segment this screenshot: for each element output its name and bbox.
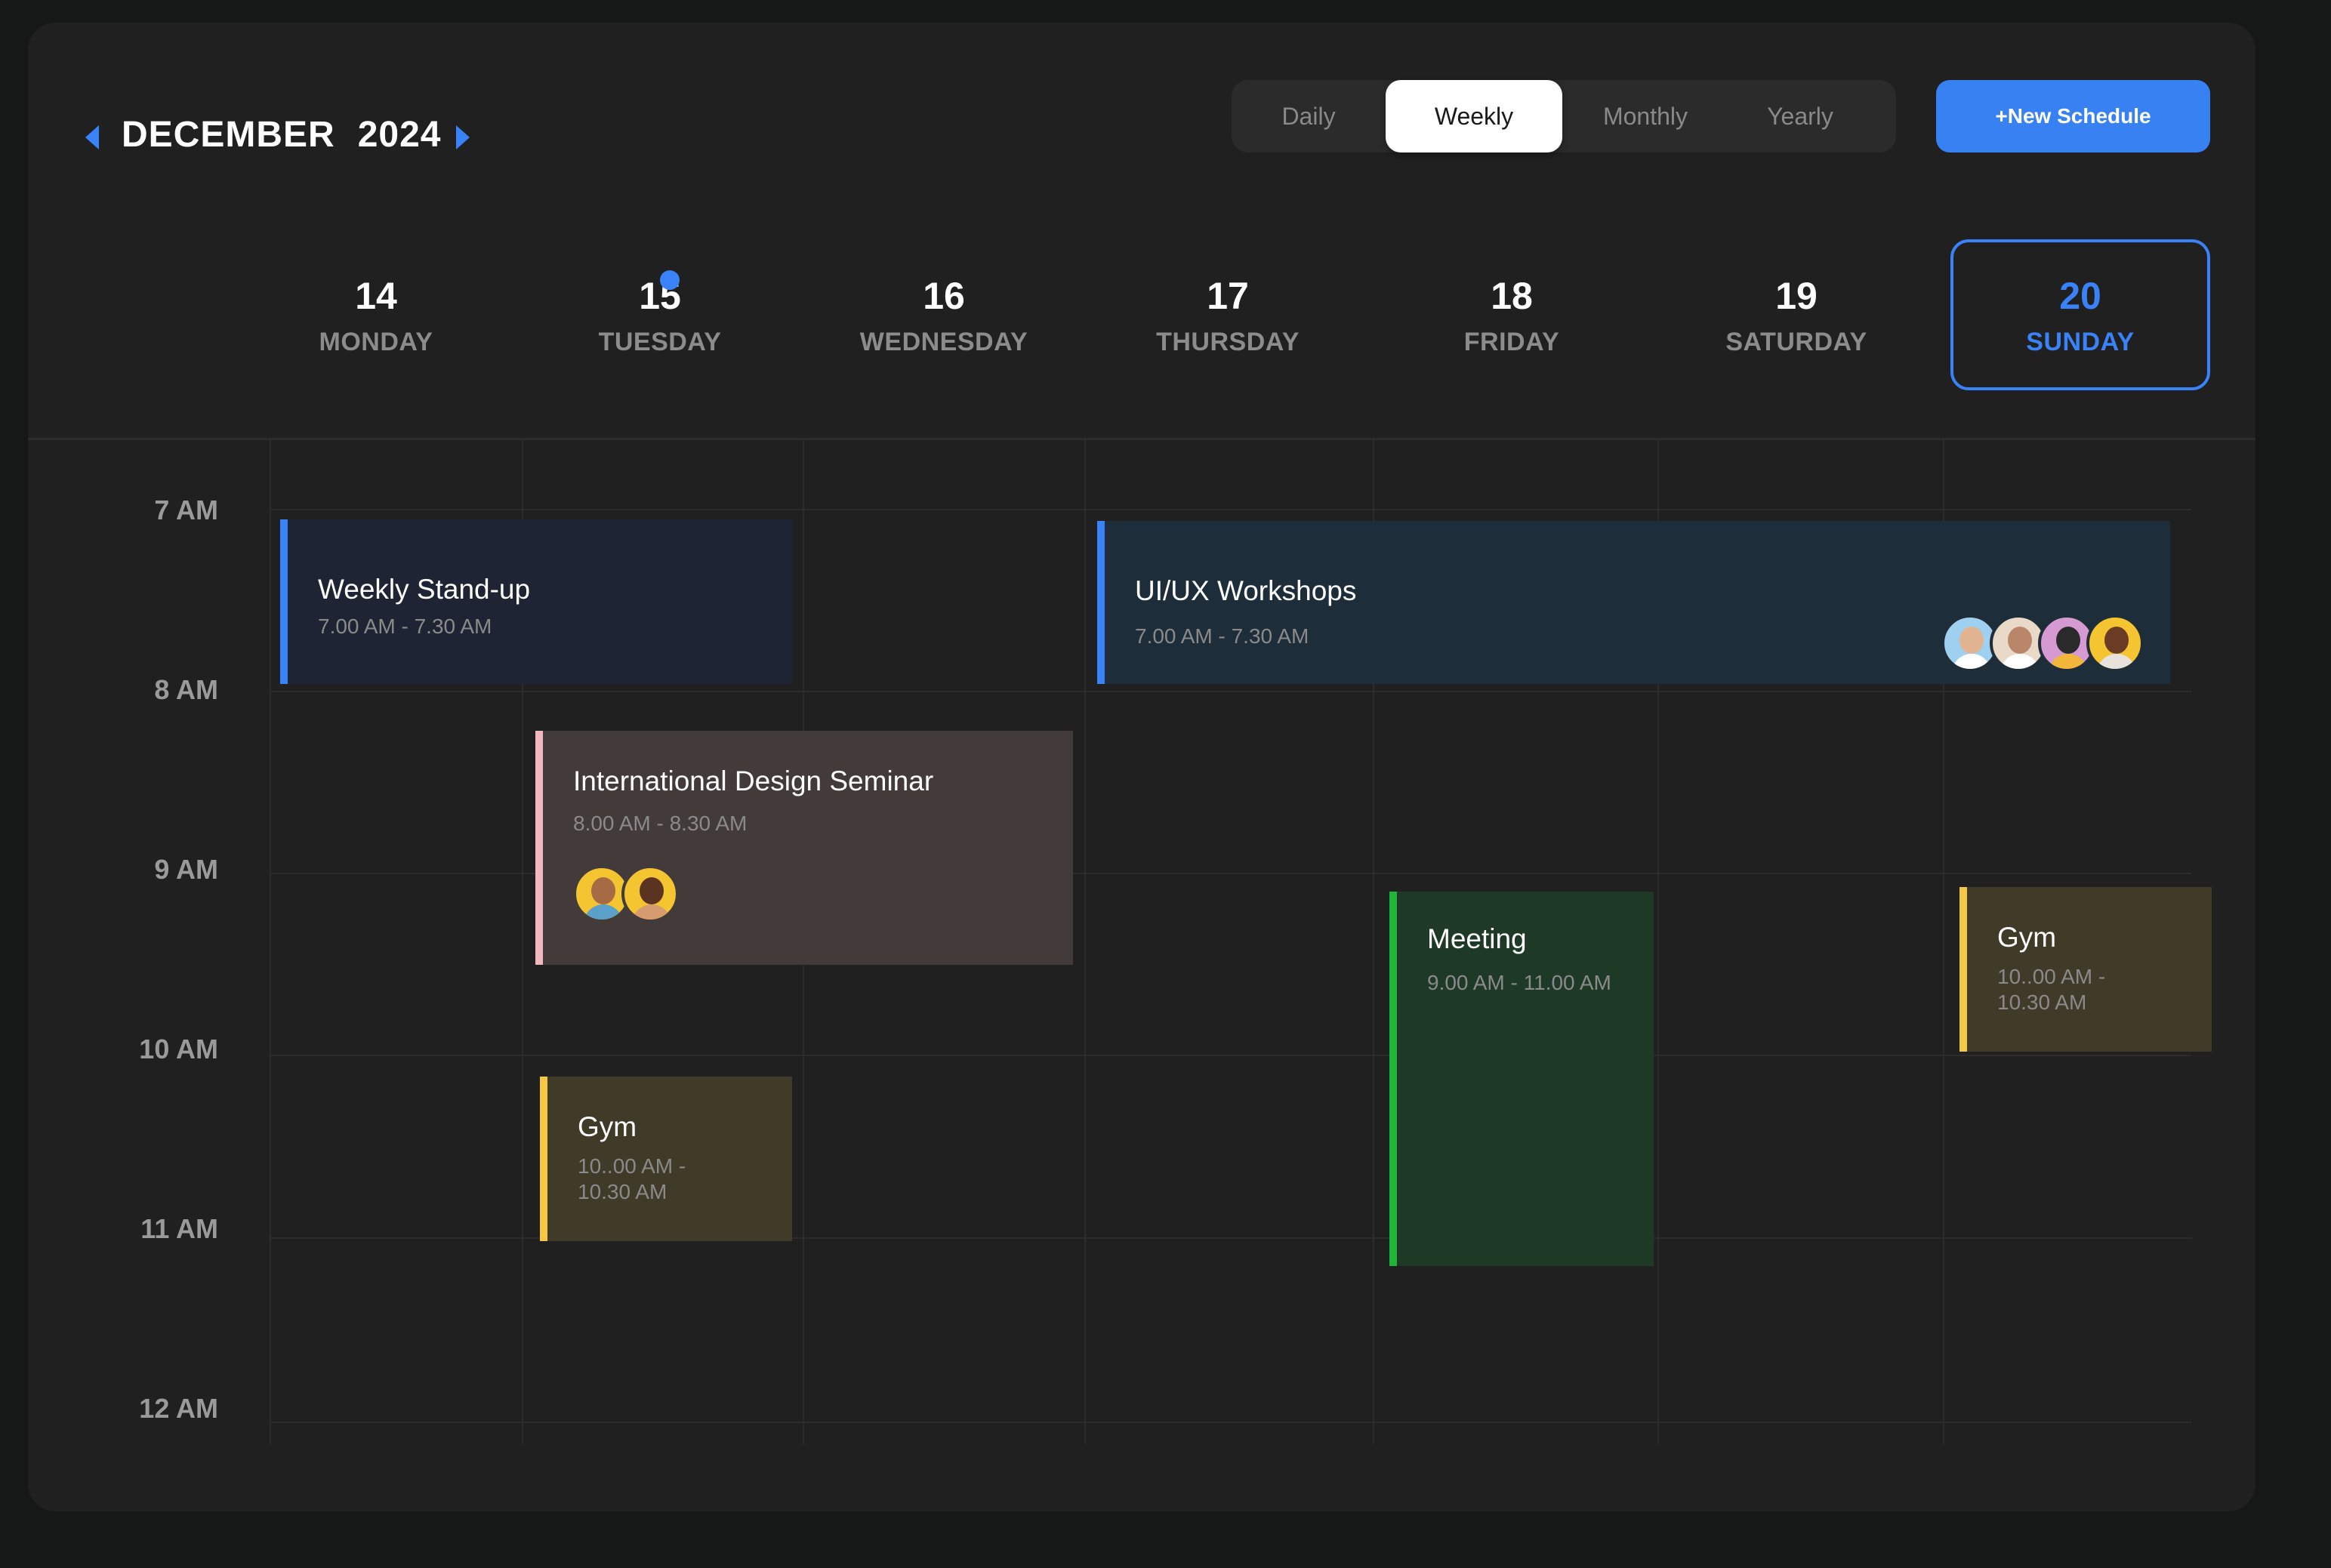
grid-line <box>270 1055 2191 1056</box>
day-name: WEDNESDAY <box>859 327 1028 356</box>
day-number: 18 <box>1491 274 1533 317</box>
event-color-bar <box>1959 887 1967 1052</box>
view-switcher: Daily Weekly Monthly Yearly <box>1232 80 1896 152</box>
event-uiux-workshops[interactable]: UI/UX Workshops 7.00 AM - 7.30 AM <box>1097 521 2170 684</box>
event-weekly-standup[interactable]: Weekly Stand-up 7.00 AM - 7.30 AM <box>280 519 792 684</box>
event-title: Meeting <box>1427 923 1527 954</box>
day-header-wednesday[interactable]: 16 WEDNESDAY <box>814 239 1074 390</box>
event-time-end: 10.30 AM <box>578 1180 668 1203</box>
day-number: 17 <box>1207 274 1249 317</box>
event-international-design-seminar[interactable]: International Design Seminar 8.00 AM - 8… <box>535 731 1073 965</box>
grid-line <box>270 509 2191 510</box>
attendee-avatars <box>1941 615 2144 672</box>
day-number: 19 <box>1775 274 1818 317</box>
event-color-bar <box>1097 521 1105 684</box>
day-header-friday[interactable]: 18 FRIDAY <box>1382 239 1642 390</box>
event-color-bar <box>540 1077 547 1241</box>
calendar-card: DECEMBER 2024 Daily Weekly Monthly Yearl… <box>28 23 2255 1511</box>
event-color-bar <box>535 731 543 965</box>
day-header-monday[interactable]: 14 MONDAY <box>246 239 506 390</box>
avatar[interactable] <box>621 865 679 923</box>
grid-column-line <box>270 440 271 1444</box>
event-color-bar <box>1389 892 1397 1266</box>
grid-column-line <box>1084 440 1086 1444</box>
event-title: UI/UX Workshops <box>1135 575 1357 606</box>
day-header-saturday[interactable]: 19 SATURDAY <box>1667 239 1926 390</box>
tab-weekly[interactable]: Weekly <box>1386 80 1562 152</box>
time-label-7am: 7 AM <box>154 494 218 525</box>
event-time: 9.00 AM - 11.00 AM <box>1427 971 1611 994</box>
day-name: SUNDAY <box>2026 327 2135 356</box>
event-title: Gym <box>578 1111 637 1142</box>
day-header-thursday[interactable]: 17 THURSDAY <box>1098 239 1358 390</box>
event-color-bar <box>280 519 288 684</box>
event-title: International Design Seminar <box>573 766 934 796</box>
tab-daily[interactable]: Daily <box>1232 80 1386 152</box>
event-gym-tuesday[interactable]: Gym 10..00 AM - 10.30 AM <box>540 1077 792 1241</box>
tab-monthly[interactable]: Monthly <box>1562 80 1728 152</box>
event-time: 7.00 AM - 7.30 AM <box>318 615 492 638</box>
time-label-11am: 11 AM <box>140 1213 218 1244</box>
next-month-arrow-icon[interactable] <box>456 125 470 149</box>
day-number: 20 <box>2059 274 2101 317</box>
day-header-sunday[interactable]: 20 SUNDAY <box>1950 239 2210 390</box>
event-time-start: 10..00 AM - <box>1997 965 2106 988</box>
time-label-8am: 8 AM <box>154 674 218 705</box>
grid-line <box>270 691 2191 692</box>
header-divider <box>28 438 2255 440</box>
time-label-10am: 10 AM <box>139 1034 218 1064</box>
today-indicator-dot-icon <box>660 270 680 290</box>
event-time: 7.00 AM - 7.30 AM <box>1135 624 1309 648</box>
tab-yearly[interactable]: Yearly <box>1728 80 1872 152</box>
event-title: Weekly Stand-up <box>318 574 531 605</box>
event-gym-sunday[interactable]: Gym 10..00 AM - 10.30 AM <box>1959 887 2212 1052</box>
month-navigation: DECEMBER 2024 <box>85 89 470 180</box>
event-title: Gym <box>1997 922 2057 953</box>
time-label-12am: 12 AM <box>139 1393 218 1424</box>
day-name: THURSDAY <box>1156 327 1300 356</box>
day-number: 16 <box>923 274 965 317</box>
day-header-tuesday[interactable]: 15 TUESDAY <box>530 239 790 390</box>
day-name: SATURDAY <box>1725 327 1867 356</box>
event-time: 8.00 AM - 8.30 AM <box>573 812 748 835</box>
day-number: 15 <box>639 270 681 319</box>
day-name: TUESDAY <box>598 327 722 356</box>
new-schedule-button[interactable]: +New Schedule <box>1936 80 2210 152</box>
year-label: 2024 <box>357 114 442 155</box>
avatar[interactable] <box>2086 615 2144 672</box>
day-name: FRIDAY <box>1463 327 1560 356</box>
event-time-end: 10.30 AM <box>1997 990 2087 1014</box>
grid-line <box>270 1422 2191 1423</box>
month-label: DECEMBER <box>122 114 335 155</box>
time-label-9am: 9 AM <box>154 854 218 885</box>
day-number: 14 <box>355 274 397 317</box>
event-meeting[interactable]: Meeting 9.00 AM - 11.00 AM <box>1389 892 1654 1266</box>
attendee-avatars <box>573 865 679 923</box>
day-name: MONDAY <box>319 327 433 356</box>
event-time-start: 10..00 AM - <box>578 1154 686 1178</box>
previous-month-arrow-icon[interactable] <box>85 125 99 149</box>
